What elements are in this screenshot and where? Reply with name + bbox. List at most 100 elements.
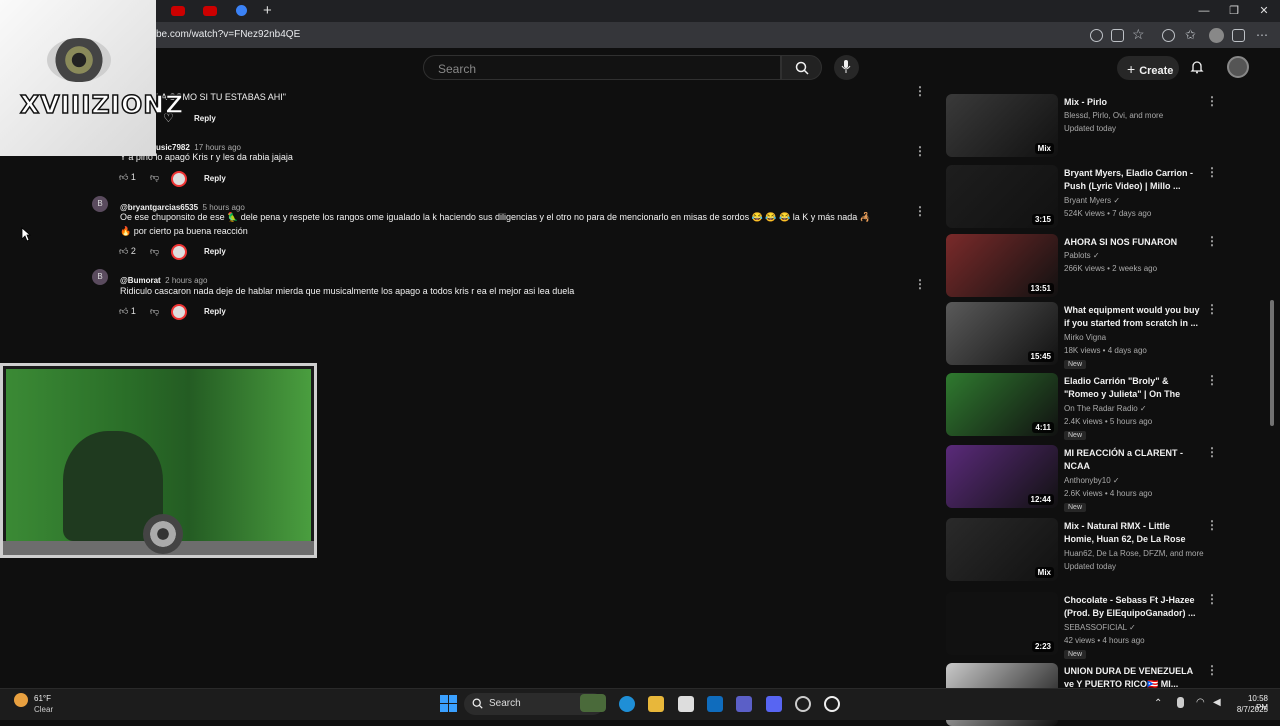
create-button[interactable]: + Create (1117, 56, 1179, 80)
app-icon[interactable] (795, 696, 811, 712)
comment-text: Ridiculo cascaron nada deje de hablar mi… (120, 286, 575, 296)
video-menu-icon[interactable]: ⋮ (1206, 302, 1218, 316)
video-menu-icon[interactable]: ⋮ (1206, 94, 1218, 108)
clock-date[interactable]: 8/7/2025 (1234, 705, 1268, 714)
favorites-icon[interactable]: ✩ (1185, 27, 1196, 43)
reply-button[interactable]: Reply (204, 174, 226, 183)
video-thumbnail[interactable]: 4:11 (946, 373, 1058, 436)
chevron-up-icon[interactable]: ⌃ (1154, 698, 1162, 709)
app-icon[interactable] (1111, 29, 1124, 42)
weather-desc[interactable]: Clear (34, 705, 53, 714)
translate-icon[interactable] (1090, 29, 1103, 42)
creator-heart-avatar (171, 304, 187, 320)
reply-button[interactable]: Reply (204, 307, 226, 316)
video-menu-icon[interactable]: ⋮ (1206, 518, 1218, 532)
star-icon[interactable]: ☆ (1132, 26, 1145, 43)
url-text[interactable]: be.com/watch?v=FNez92nb4QE (156, 29, 300, 40)
file-explorer-icon[interactable] (648, 696, 664, 712)
profile-icon[interactable] (1209, 28, 1224, 43)
video-title[interactable]: Bryant Myers, Eladio Carrion - Push (Lyr… (1064, 167, 1200, 193)
comment-menu-icon[interactable]: ⋮ (914, 204, 926, 218)
video-menu-icon[interactable]: ⋮ (1206, 445, 1218, 459)
video-menu-icon[interactable]: ⋮ (1206, 234, 1218, 248)
creator-heart-avatar (171, 244, 187, 260)
account-avatar[interactable] (1227, 56, 1249, 78)
extension-icon[interactable] (1162, 29, 1175, 42)
commenter-avatar[interactable]: B (92, 196, 108, 212)
video-title[interactable]: Chocolate - Sebass Ft J-Hazee (Prod. By … (1064, 594, 1200, 620)
video-channel[interactable]: Mirko Vigna (1064, 333, 1106, 342)
video-channel[interactable]: Huan62, De La Rose, DFZM, and more (1064, 549, 1204, 558)
video-thumbnail[interactable]: Mix (946, 94, 1058, 157)
edge-browser-icon[interactable] (619, 696, 635, 712)
discord-icon[interactable] (766, 696, 782, 712)
video-thumbnail[interactable]: Mix (946, 518, 1058, 581)
video-title[interactable]: What equipment would you buy if you star… (1064, 304, 1200, 330)
reply-button[interactable]: Reply (204, 247, 226, 256)
search-button[interactable] (781, 55, 822, 80)
new-tab-button[interactable]: + (263, 2, 272, 19)
video-title[interactable]: Mix - Natural RMX - Little Homie, Huan 6… (1064, 520, 1200, 546)
webcam-overlay (0, 363, 317, 558)
wifi-icon[interactable]: ◠ (1196, 697, 1205, 708)
comment-menu-icon[interactable]: ⋮ (914, 84, 926, 98)
menu-dots-icon[interactable]: ⋯ (1256, 28, 1268, 42)
video-channel[interactable]: Bryant Myers ✓ (1064, 196, 1120, 205)
windows-start-icon[interactable] (440, 695, 457, 712)
video-channel[interactable]: On The Radar Radio ✓ (1064, 404, 1147, 413)
video-menu-icon[interactable]: ⋮ (1206, 165, 1218, 179)
reply-button[interactable]: Reply (194, 114, 216, 123)
mic-icon[interactable] (1177, 697, 1184, 708)
comment-time[interactable]: 2 hours ago (165, 276, 207, 285)
tab-favicon[interactable] (236, 5, 247, 16)
video-thumbnail[interactable]: 2:23 (946, 592, 1058, 655)
comment-author[interactable]: @Bumorat (120, 276, 161, 285)
bell-icon[interactable] (1190, 60, 1204, 74)
maximize-button[interactable]: ❐ (1226, 4, 1242, 18)
search-input[interactable]: Search (423, 55, 781, 80)
like-button[interactable]: 👍︎ 2 (119, 246, 136, 257)
comment-menu-icon[interactable]: ⋮ (914, 144, 926, 158)
video-title[interactable]: MI REACCIÓN a CLARENT - NCAA (1064, 447, 1200, 473)
commenter-avatar[interactable]: B (92, 269, 108, 285)
video-thumbnail[interactable]: 13:51 (946, 234, 1058, 297)
video-channel[interactable]: Blessd, Pirlo, Ovi, and more (1064, 111, 1163, 120)
video-menu-icon[interactable]: ⋮ (1206, 373, 1218, 387)
outlook-icon[interactable] (707, 696, 723, 712)
weather-temp[interactable]: 61°F (34, 694, 51, 703)
dislike-button[interactable]: 👎︎ (150, 172, 159, 183)
video-channel[interactable]: Anthonyby10 ✓ (1064, 476, 1120, 485)
search-icon (795, 61, 809, 75)
comment-time[interactable]: 17 hours ago (194, 143, 241, 152)
like-button[interactable]: 👍︎ 1 (119, 306, 136, 317)
teams-icon[interactable] (736, 696, 752, 712)
scrollbar[interactable] (1270, 300, 1274, 426)
dislike-button[interactable]: 👎︎ (150, 306, 159, 317)
video-menu-icon[interactable]: ⋮ (1206, 592, 1218, 606)
video-menu-icon[interactable]: ⋮ (1206, 663, 1218, 677)
comment-author[interactable]: @bryantgarcias6535 (120, 203, 198, 212)
volume-icon[interactable]: ◀ (1213, 697, 1221, 708)
video-channel[interactable]: Pablots ✓ (1064, 251, 1100, 260)
video-thumbnail[interactable]: 15:45 (946, 302, 1058, 365)
dislike-button[interactable]: 👎︎ (150, 246, 159, 257)
video-title[interactable]: Eladio Carrión "Broly" & "Romeo y Juliet… (1064, 375, 1200, 401)
weather-icon[interactable] (14, 693, 28, 707)
video-thumbnail[interactable]: 3:15 (946, 165, 1058, 228)
new-badge: New (1064, 431, 1087, 440)
close-window-button[interactable]: ✕ (1256, 4, 1272, 18)
media-player-icon[interactable] (824, 696, 840, 712)
video-thumbnail[interactable]: 12:44 (946, 445, 1058, 508)
youtube-tab-icon[interactable] (171, 6, 185, 16)
youtube-tab-icon[interactable] (203, 6, 217, 16)
like-button[interactable]: 👍︎ 1 (119, 172, 136, 183)
minimize-button[interactable]: — (1196, 4, 1212, 18)
collections-icon[interactable] (1232, 29, 1245, 42)
comment-menu-icon[interactable]: ⋮ (914, 277, 926, 291)
comment-time[interactable]: 5 hours ago (203, 203, 245, 212)
video-channel[interactable]: SEBASSOFICIAL ✓ (1064, 623, 1136, 632)
store-icon[interactable] (678, 696, 694, 712)
comment-author[interactable]: usic7982 (156, 143, 190, 152)
voice-search-button[interactable] (834, 55, 859, 80)
comment-text-line2: 🔥 por cierto pa buena reacción (120, 226, 248, 236)
